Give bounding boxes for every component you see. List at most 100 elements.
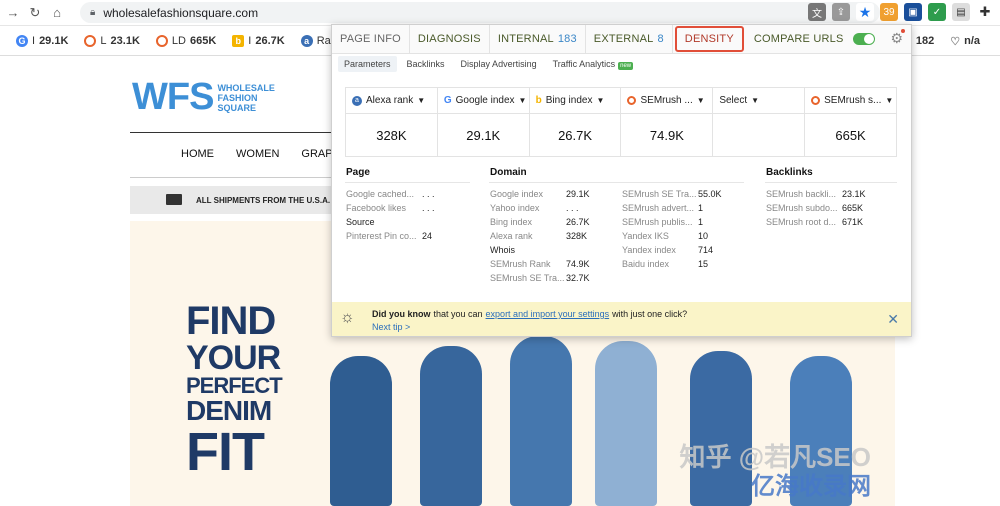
extension-icon-green[interactable]: ✓ [928,3,946,21]
lightbulb-icon: ☼ [340,309,355,326]
chevron-down-icon: ▼ [417,96,426,105]
tab-external[interactable]: EXTERNAL 8 [586,25,673,53]
subtab-parameters[interactable]: Parameters [338,56,397,72]
semrush-icon [811,96,821,105]
sq-item-bing-index[interactable]: b I 26.7K [232,34,285,47]
domain-row: Baidu index 15 [622,259,709,269]
domain-row: SEMrush publis... 1 [622,217,704,227]
subtab-display-advertising[interactable]: Display Advertising [455,56,543,72]
backlinks-row: SEMrush root d... 671K [766,217,864,227]
sq-item-google-index[interactable]: G I 29.1K [16,34,68,47]
notification-dot [901,29,905,33]
metric-select[interactable]: b Bing index ▼ [529,88,621,114]
seoquake-extension-icon[interactable]: 39 [880,3,898,21]
divider [345,182,470,183]
tab-diagnosis[interactable]: DIAGNOSIS [410,25,490,53]
extension-icon-blue[interactable]: ▣ [904,3,922,21]
bing-icon: b [232,34,245,47]
domain-row[interactable]: Whois [490,243,566,257]
tab-density[interactable]: DENSITY [674,26,744,52]
tab-page-info[interactable]: PAGE INFO [332,25,410,53]
tip-banner: ☼ Did you know that you can export and imp… [332,302,911,336]
nav-women[interactable]: WOMEN [236,148,279,160]
domain-row: Bing index 26.7K [490,217,590,227]
chevron-down-icon: ▼ [751,96,760,105]
page-row[interactable]: Source [346,215,422,229]
metric-alexa-rank: a Alexa rank ▼ 328K [346,88,438,156]
next-tip-link[interactable]: Next tip > [372,322,410,332]
google-icon: G [443,95,452,106]
export-import-link[interactable]: export and import your settings [486,309,610,319]
browser-toolbar: → ↻ ⌂ 🔒︎ wholesalefashionsquare.com 文 ⇪ … [0,0,1000,26]
seoquake-bar-right: ✎ 182 ♡ n/a [903,26,980,56]
sq-item-linking-domains[interactable]: LD 665K [155,34,216,47]
address-bar[interactable]: 🔒︎ wholesalefashionsquare.com [80,2,880,23]
star-icon[interactable]: ★ [856,3,874,21]
popup-subtabs: Parameters Backlinks Display Advertising… [332,54,911,74]
page-row: Pinterest Pin co... 24 [346,231,433,241]
chevron-down-icon: ▼ [518,96,527,105]
section-title-page: Page [346,167,370,178]
semrush-icon [84,34,97,47]
metric-bing-index: b Bing index ▼ 26.7K [529,88,622,156]
domain-row: SEMrush Rank 74.9K [490,259,590,269]
site-logo[interactable]: WFS WHOLESALE FASHION SQUARE [132,76,275,119]
popup-tabs: PAGE INFO DIAGNOSIS INTERNAL 183 EXTERNA… [332,25,911,54]
sq-item-right-2[interactable]: ♡ n/a [950,35,980,48]
jeans-image [510,336,572,506]
jeans-image [420,346,482,506]
metric-google-index: G Google index ▼ 29.1K [437,88,530,156]
sq-item-links[interactable]: L 23.1K [84,34,140,47]
metric-select[interactable]: SEMrush s... ▼ [805,88,896,114]
divider [130,132,340,133]
domain-row: Yandex index 714 [622,245,714,255]
nav-home[interactable]: HOME [181,148,214,160]
watermark: 知乎 @若凡SEO 亿海收录网 [679,442,871,500]
metric-semrush-rank: SEMrush ... ▼ 74.9K [621,88,714,156]
tip-text: Did you know that you can export and impor… [372,309,688,319]
metric-select[interactable]: a Alexa rank ▼ [346,88,437,114]
extension-icons: 文 ⇪ ★ 39 ▣ ✓ ▤ ✚ [808,3,994,21]
internal-count: 183 [557,33,577,45]
logo-mark: WFS [132,76,214,118]
metric-select[interactable]: G Google index ▼ [437,88,529,114]
reload-icon[interactable]: ↻ [24,2,46,24]
tab-compare-urls[interactable]: COMPARE URLS [746,25,852,53]
close-icon[interactable]: ✕ [887,311,899,328]
metric-select[interactable]: Select ▼ [713,88,805,114]
metric-select[interactable]: SEMrush ... ▼ [621,88,713,114]
logo-text: WHOLESALE FASHION SQUARE [217,82,275,113]
divider [130,177,340,178]
subtab-backlinks[interactable]: Backlinks [401,56,451,72]
domain-row: Yandex IKS 10 [622,231,709,241]
chevron-down-icon: ▼ [596,96,605,105]
puzzle-icon[interactable]: ✚ [976,3,994,21]
subtab-traffic-analytics[interactable]: Traffic Analytics new [547,56,640,72]
lock-icon: 🔒︎ [90,7,96,18]
bing-icon: b [535,95,542,106]
share-icon[interactable]: ⇪ [832,3,850,21]
divider [489,182,744,183]
google-icon: G [16,34,28,47]
domain-row: Alexa rank 328K [490,231,588,241]
domain-row: Google index 29.1K [490,189,590,199]
translate-icon[interactable]: 文 [808,3,826,21]
semrush-icon [627,96,637,105]
alexa-icon: a [300,34,313,47]
home-icon[interactable]: ⌂ [46,2,68,24]
hero-headline: FIND YOUR PERFECT DENIM FIT [186,299,283,482]
metric-select-empty: Select ▼ [713,88,806,156]
tab-internal[interactable]: INTERNAL 183 [490,25,586,53]
backlinks-row: SEMrush subdo... 665K [766,203,864,213]
domain-row: SEMrush advert... 1 [622,203,704,213]
chevron-down-icon: ▼ [885,96,894,105]
truck-icon [166,194,182,205]
extension-icon-white[interactable]: ▤ [952,3,970,21]
url-text: wholesalefashionsquare.com [103,5,259,20]
jeans-image [330,356,392,506]
enable-toggle[interactable] [853,33,875,45]
external-count: 8 [657,33,664,45]
jeans-image [595,341,657,506]
semrush-icon [155,34,168,47]
forward-arrow-icon[interactable]: → [2,2,24,24]
